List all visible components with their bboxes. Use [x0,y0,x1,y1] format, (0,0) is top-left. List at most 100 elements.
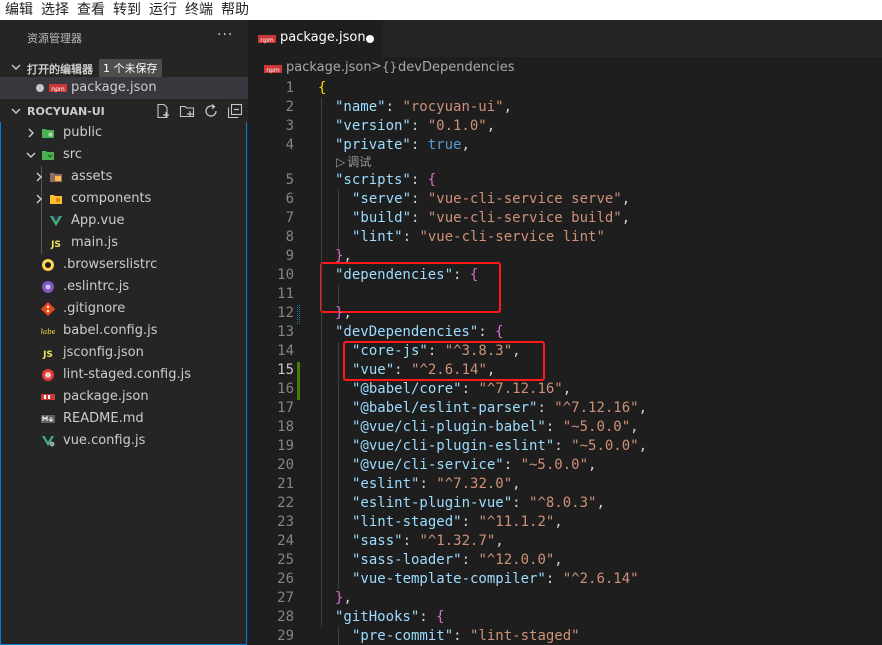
folder-item[interactable]: src [0,144,246,166]
file-item[interactable]: vue.config.js [0,430,246,452]
code-token: "~5.0.0" [520,457,589,473]
npm-icon: npm [258,35,276,44]
code-token: "vue-cli-service serve" [427,191,622,207]
menu-item-3[interactable]: 转到 [108,0,144,20]
code-token: , [461,137,470,153]
code-line: "build": "vue-cli-service build", [352,209,630,228]
code-editor[interactable]: 1 {2 "name": "rocyuan-ui", 3 "version": "0.1… [248,79,882,645]
line-number: 18 [277,419,294,435]
unsaved-dot-icon[interactable] [36,84,44,92]
file-item[interactable]: JS main.js [0,232,246,254]
debug-codelens[interactable]: ▷ 调试 [336,154,371,170]
line-number: 6 [285,191,294,207]
tab-package-json[interactable]: npm package.json [248,20,383,57]
unsaved-dot-icon[interactable] [366,35,374,43]
code-token: "devDependencies" [335,324,479,340]
git-icon [41,302,55,316]
indent-guide [338,342,339,589]
menu-item-1[interactable]: 选择 [36,0,72,20]
menu-item-6[interactable]: 帮助 [216,0,252,20]
code-token: "@vue/cli-service" [352,457,504,473]
line-number: 17 [277,400,294,416]
line-number: 21 [277,476,294,492]
code-token: "@vue/cli-plugin-eslint" [352,438,555,454]
file-item[interactable]: .gitignore [0,298,246,320]
line-number: 8 [285,229,294,245]
breadcrumb-file[interactable]: package.json [286,60,372,75]
code-token: "core-js" [352,343,428,359]
code-line: "core-js": "^3.8.3", [352,342,521,361]
code-token: : [419,476,437,492]
changed-gutter-marker [297,305,300,324]
line-number: 14 [277,343,294,359]
menu-item-5[interactable]: 终端 [180,0,216,20]
collapse-all-icon[interactable] [227,103,243,119]
tree-item-label: .browserslistrc [63,257,158,272]
code-token: "^11.1.2" [478,514,555,530]
code-token: { [495,324,504,340]
tree-item-label: package.json [63,389,149,404]
code-token: , [588,457,597,473]
line-number: 1 [285,80,294,96]
line-number: 10 [277,267,294,283]
code-line: "dependencies": { [335,266,478,285]
npm-icon: npm [264,65,282,74]
file-item[interactable]: Babel babel.config.js [0,320,246,342]
open-editors-label: 打开的编辑器 [27,63,93,76]
project-header[interactable]: ROCYUAN-UI [0,101,248,123]
code-token: "sass" [352,533,403,549]
code-token: : [411,191,428,207]
code-line: }, [335,304,352,323]
code-token: "lint-staged" [470,628,580,644]
code-token: "scripts" [335,172,411,188]
breadcrumb-symbol[interactable]: devDependencies [398,60,514,75]
code-token: : [537,400,555,416]
new-file-icon[interactable] [155,103,171,119]
code-token: "^7.32.0" [436,476,513,492]
code-line: "@babel/core": "^7.12.16", [352,380,571,399]
modified-gutter-marker [297,362,300,400]
code-token: "vue-template-compiler" [352,571,546,587]
chevron-right-icon [36,172,42,182]
tree-item-label: App.vue [71,213,125,228]
tree-item-label: src [63,147,82,162]
line-number: 26 [277,571,294,587]
menu-item-2[interactable]: 查看 [72,0,108,20]
refresh-icon[interactable] [203,103,219,119]
tree-item-label: .gitignore [63,301,126,316]
indent-guide [338,190,339,247]
code-token: "vue-cli-service lint" [419,229,605,245]
file-item[interactable]: JS jsconfig.json [0,342,246,364]
code-token: , [495,533,504,549]
menu-item-0[interactable]: 编辑 [0,0,36,20]
code-token: "private" [335,137,411,153]
svg-text:Babel: Babel [41,328,55,336]
tree-item-label: vue.config.js [63,433,146,448]
code-token: "gitHooks" [335,609,420,625]
code-token: , [503,99,513,115]
lint-staged-icon [42,369,54,381]
components-folder-icon [50,195,62,204]
folder-item[interactable]: public [0,122,246,144]
file-item[interactable]: App.vue [0,210,246,232]
file-item[interactable]: lint-staged.config.js [0,364,246,386]
open-editor-item[interactable]: npm package.json [0,77,248,99]
code-token: "~5.0.0" [562,419,631,435]
code-line: "lint": "vue-cli-service lint" [352,228,605,247]
new-folder-icon[interactable] [179,103,195,119]
file-item[interactable]: .browserslistrc [0,254,246,276]
folder-item[interactable]: assets [0,166,246,188]
code-token: , [596,495,605,511]
code-token: , [621,191,631,207]
open-editors-header[interactable]: 打开的编辑器 1 个未保存 [0,57,248,79]
more-actions-icon[interactable]: ··· [217,27,233,43]
code-token: "eslint-plugin-vue" [352,495,513,511]
menu-item-4[interactable]: 运行 [144,0,180,20]
file-item[interactable]: .eslintrc.js [0,276,246,298]
file-item[interactable]: README.md [0,408,246,430]
npm-icon: npm [49,84,67,93]
code-token: : [410,118,428,134]
file-item[interactable]: package.json [0,386,246,408]
folder-item[interactable]: components [0,188,246,210]
line-number: 7 [285,210,294,226]
